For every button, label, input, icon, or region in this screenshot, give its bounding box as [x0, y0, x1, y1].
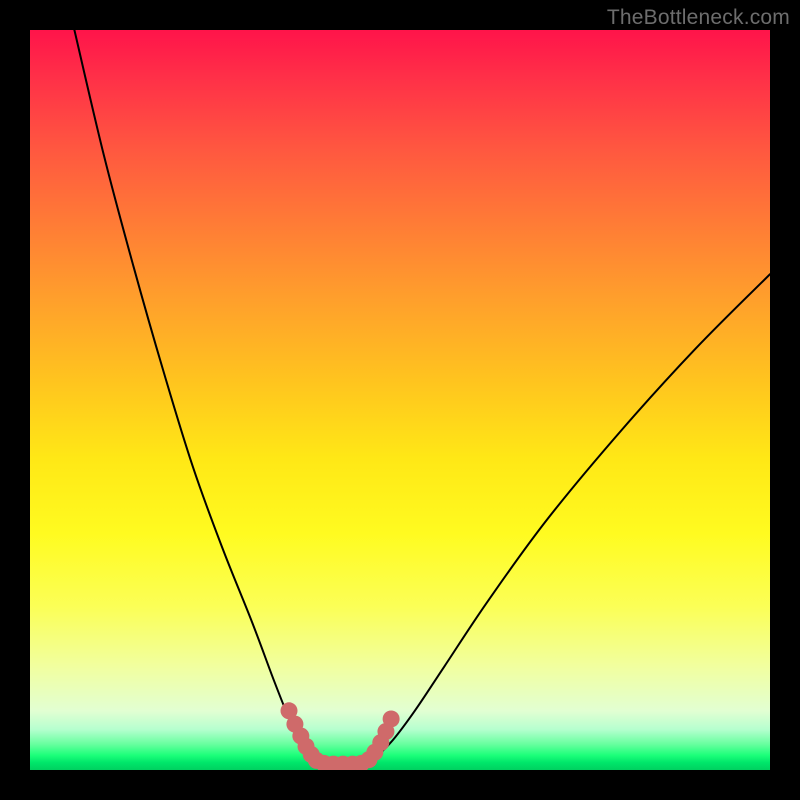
chart-frame: TheBottleneck.com	[0, 0, 800, 800]
series-curve-left	[74, 30, 315, 763]
plot-area	[30, 30, 770, 770]
marker-dot	[383, 710, 400, 727]
series-curve-right	[367, 274, 770, 762]
watermark-text: TheBottleneck.com	[607, 6, 790, 30]
curve-layer	[30, 30, 770, 770]
